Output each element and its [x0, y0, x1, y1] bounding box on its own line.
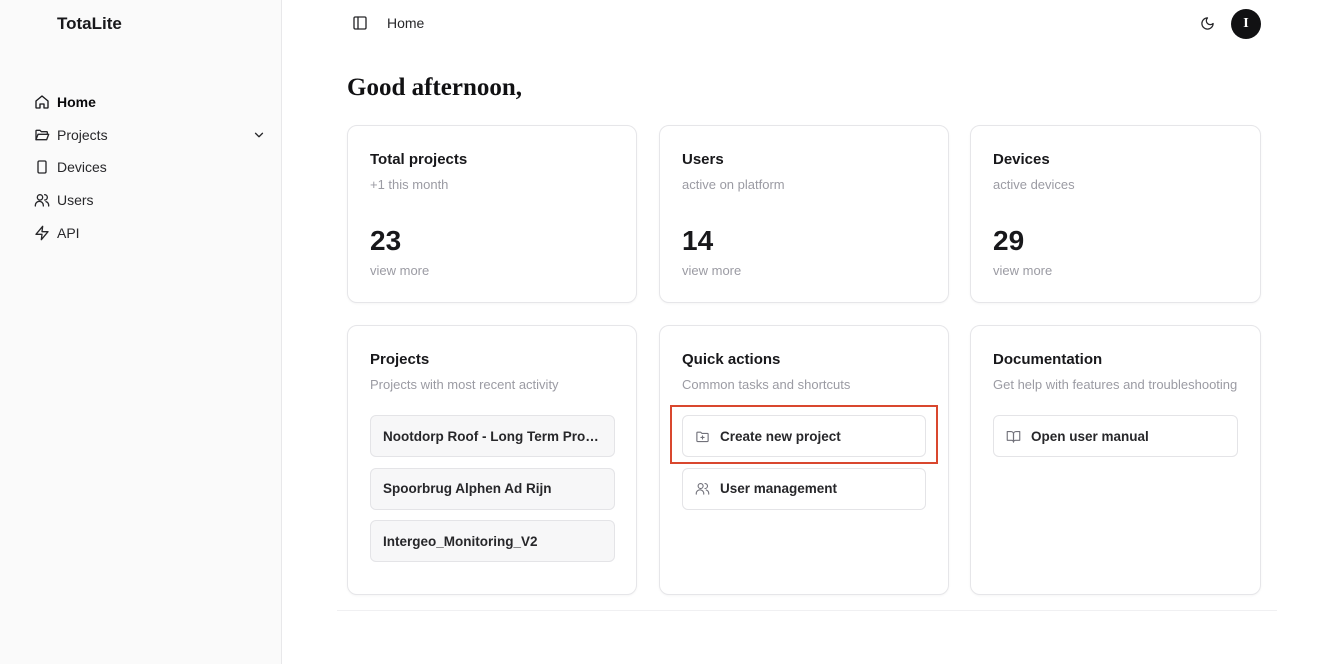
breadcrumb: Home — [387, 15, 425, 31]
card-title: Users — [682, 151, 724, 168]
button-label: Create new project — [720, 428, 841, 444]
stat-card-users: Users active on platform 14 view more — [659, 125, 949, 303]
list-item[interactable]: Nootdorp Roof - Long Term Productie... — [370, 415, 615, 457]
sidebar-item-home[interactable]: Home — [34, 86, 270, 119]
card-subtitle: active on platform — [682, 177, 785, 192]
users-icon — [695, 481, 710, 496]
quick-action-list: Create new project User management — [682, 415, 926, 520]
folder-open-icon — [34, 127, 50, 143]
main-content: Home I Good afternoon, Total projects +1… — [282, 0, 1322, 664]
projects-card: Projects Projects with most recent activ… — [347, 325, 637, 595]
avatar[interactable]: I — [1231, 9, 1261, 39]
home-icon — [34, 94, 50, 110]
quick-actions-card: Quick actions Common tasks and shortcuts… — [659, 325, 949, 595]
sidebar-item-devices[interactable]: Devices — [34, 151, 270, 184]
sidebar-nav: Home Projects Devices Users API — [34, 86, 270, 249]
sidebar: TotaLite Home Projects Devices Users API — [0, 0, 282, 664]
view-more-link[interactable]: view more — [993, 263, 1052, 278]
card-title: Projects — [370, 351, 430, 368]
moon-icon[interactable] — [1200, 16, 1215, 31]
sidebar-item-label: Devices — [57, 159, 107, 176]
button-label: User management — [720, 481, 838, 496]
zap-icon — [34, 225, 50, 241]
sidebar-item-label: API — [57, 224, 80, 241]
sidebar-item-label: Users — [57, 192, 94, 209]
book-open-icon — [1006, 429, 1021, 444]
stat-card-total-projects: Total projects +1 this month 23 view mor… — [347, 125, 637, 303]
stat-value: 23 — [370, 225, 402, 256]
user-management-button[interactable]: User management — [682, 467, 926, 510]
list-item[interactable]: Spoorbrug Alphen Ad Rijn — [370, 467, 615, 510]
stat-card-devices: Devices active devices 29 view more — [970, 125, 1261, 303]
card-title: Total projects — [370, 151, 468, 168]
sidebar-toggle-icon[interactable] — [352, 15, 368, 31]
users-icon — [34, 192, 50, 208]
documentation-card: Documentation Get help with features and… — [970, 325, 1261, 595]
top-bar: Home I — [282, 0, 1322, 46]
card-subtitle: Projects with most recent activity — [370, 377, 559, 392]
create-new-project-button[interactable]: Create new project — [682, 415, 926, 457]
sidebar-item-label: Home — [57, 94, 96, 111]
sidebar-item-users[interactable]: Users — [34, 184, 270, 217]
button-label: Open user manual — [1031, 428, 1149, 444]
page-title: Good afternoon, — [347, 74, 522, 101]
device-icon — [34, 159, 50, 175]
view-more-link[interactable]: view more — [682, 263, 741, 278]
documentation-list: Open user manual — [993, 415, 1238, 468]
stat-value: 29 — [993, 225, 1025, 256]
card-subtitle: +1 this month — [370, 177, 449, 192]
stat-value: 14 — [682, 225, 714, 256]
sidebar-item-projects[interactable]: Projects — [34, 119, 270, 152]
card-title: Devices — [993, 151, 1050, 168]
list-item[interactable]: Intergeo_Monitoring_V2 — [370, 520, 615, 562]
sidebar-item-api[interactable]: API — [34, 216, 270, 249]
divider — [337, 610, 1277, 611]
card-subtitle: Get help with features and troubleshooti… — [993, 377, 1238, 392]
sidebar-item-label: Projects — [57, 126, 108, 143]
open-user-manual-button[interactable]: Open user manual — [993, 415, 1238, 457]
card-subtitle: Common tasks and shortcuts — [682, 377, 851, 392]
card-subtitle: active devices — [993, 177, 1075, 192]
brand-logo[interactable]: TotaLite — [57, 14, 122, 34]
card-title: Quick actions — [682, 351, 781, 368]
card-title: Documentation — [993, 351, 1103, 368]
view-more-link[interactable]: view more — [370, 263, 429, 278]
project-list: Nootdorp Roof - Long Term Productie... S… — [370, 415, 615, 573]
folder-plus-icon — [695, 429, 710, 444]
chevron-down-icon[interactable] — [252, 128, 266, 142]
